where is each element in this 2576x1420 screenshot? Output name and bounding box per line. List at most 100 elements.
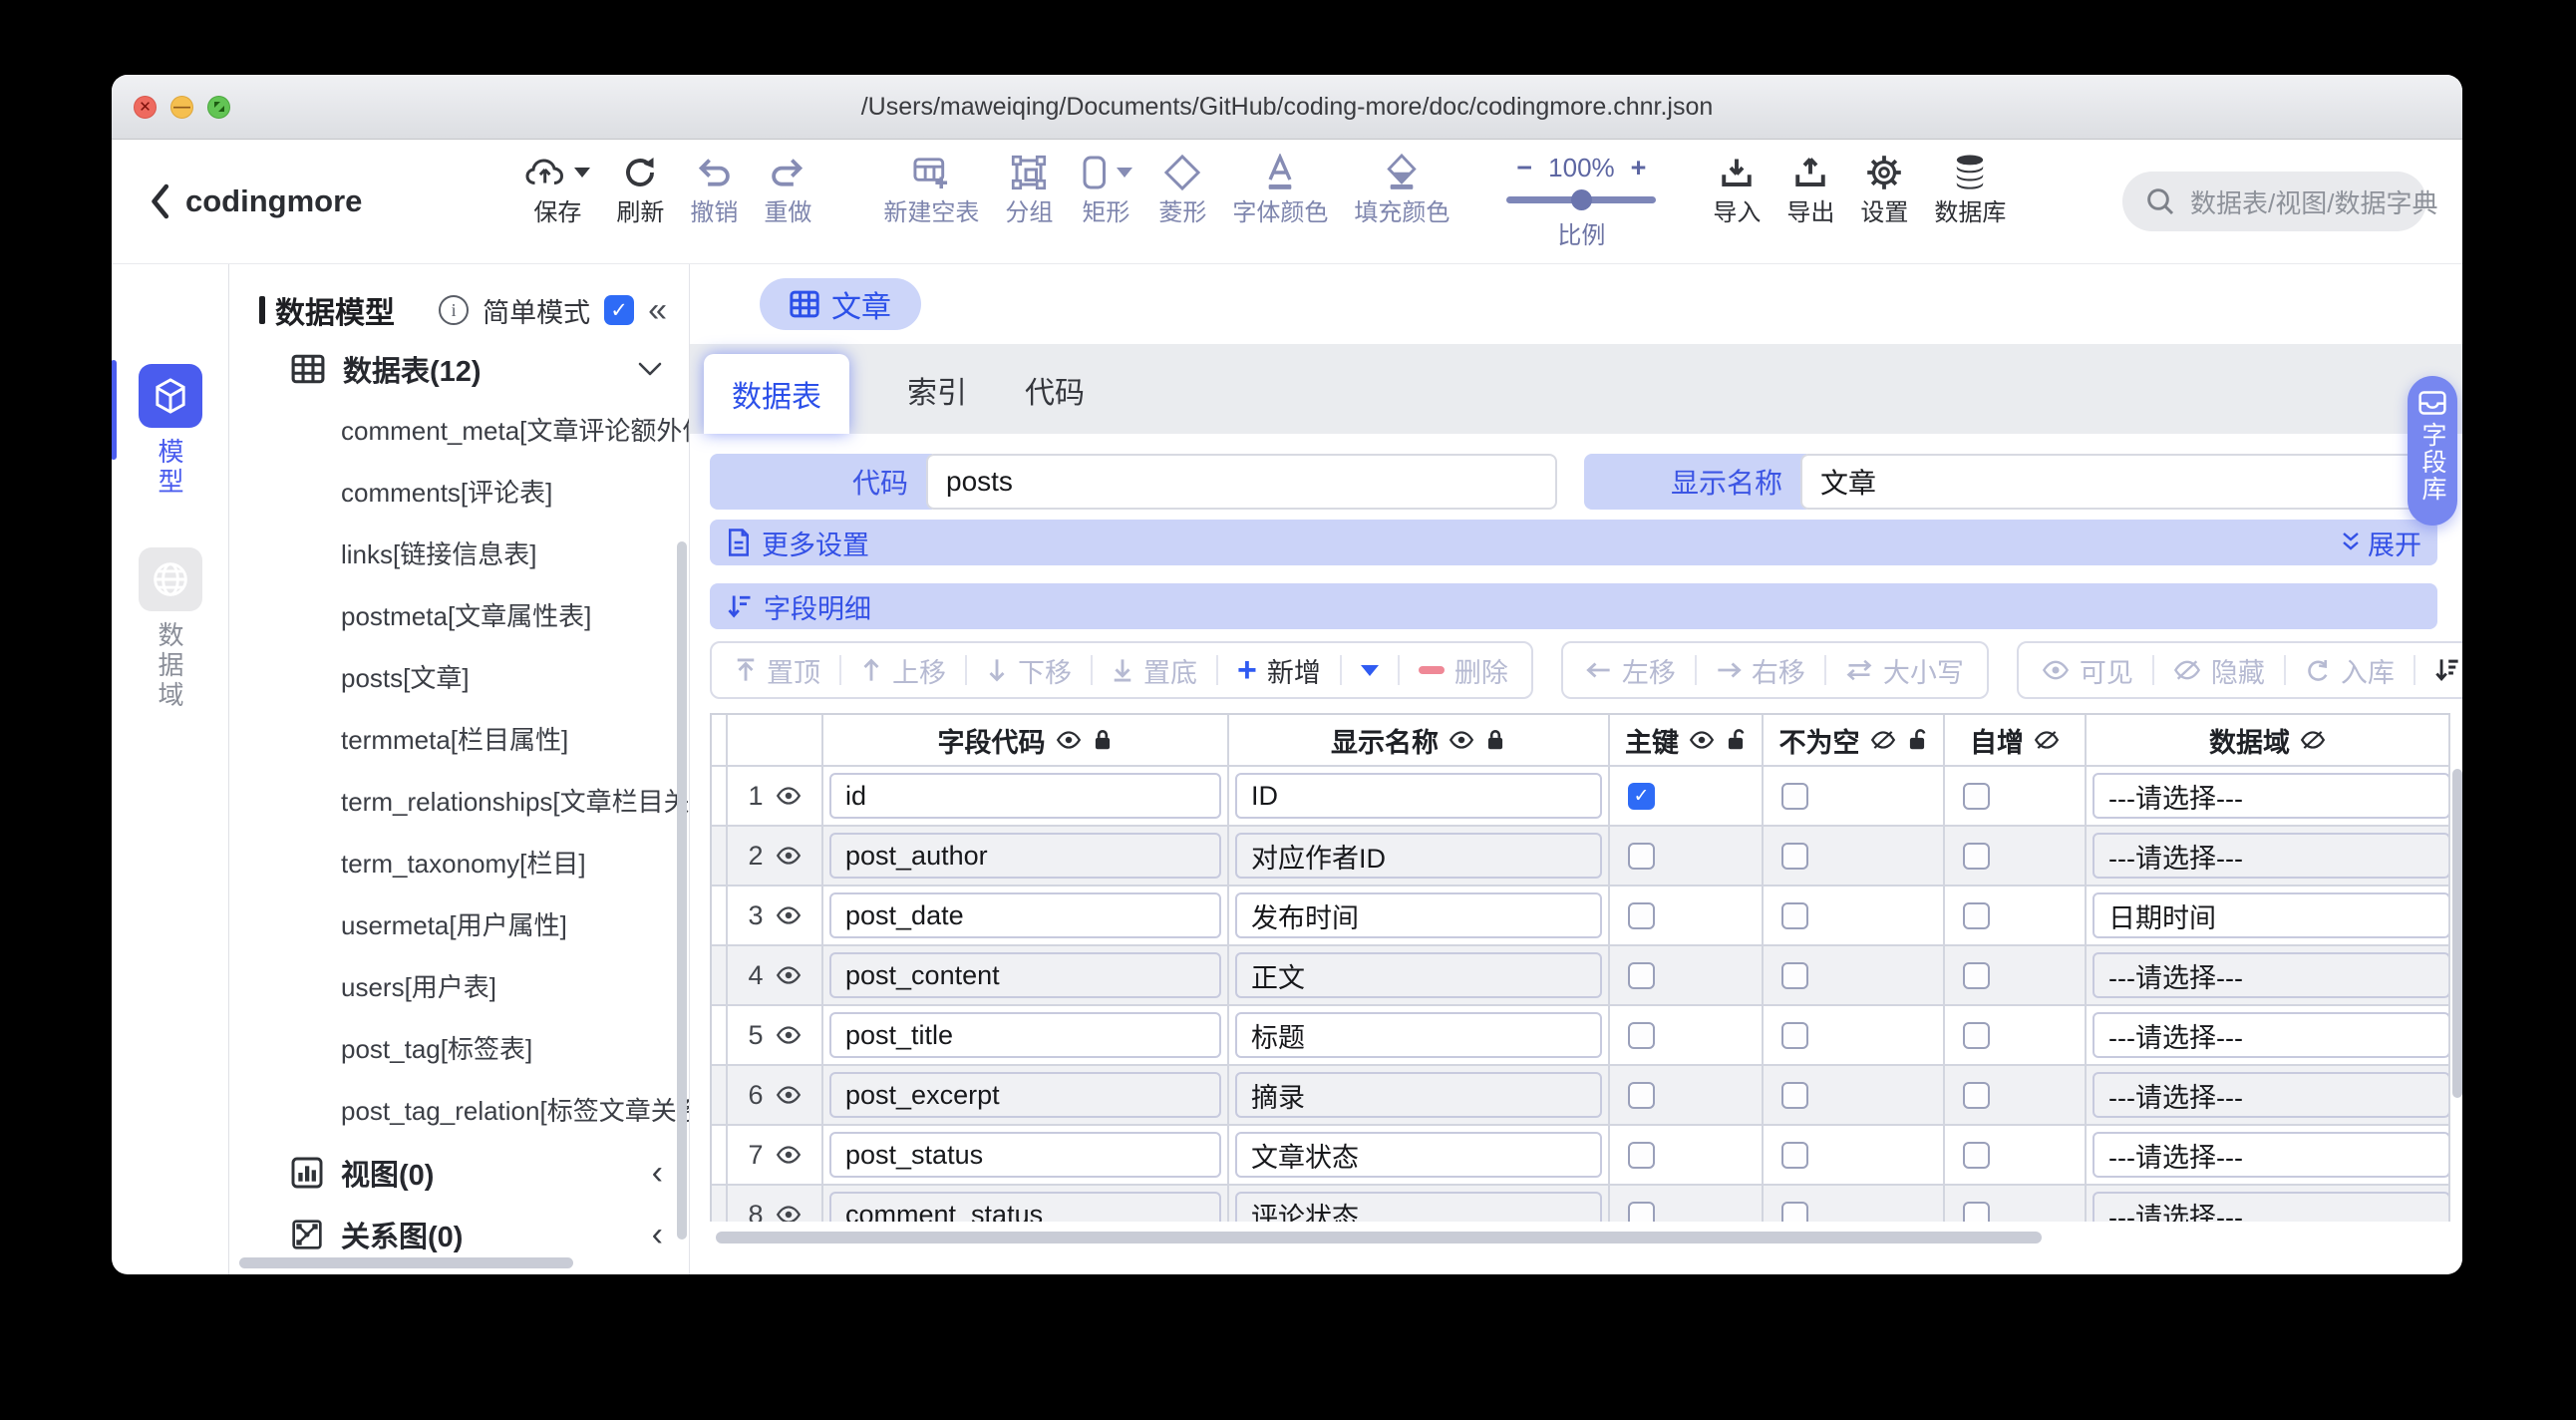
sidebar-table-item[interactable]: term_relationships[文章栏目关系表] — [229, 771, 689, 833]
not-null-checkbox[interactable] — [1781, 1201, 1808, 1222]
close-button[interactable]: ✕ — [134, 95, 157, 119]
not-null-checkbox[interactable] — [1781, 901, 1808, 929]
field-name-input[interactable]: 文章状态 — [1235, 1132, 1602, 1178]
table-vertical-scrollbar[interactable] — [2452, 769, 2462, 1098]
eye-icon[interactable] — [776, 1204, 802, 1222]
row-drag-handle[interactable] — [712, 827, 728, 887]
import-button[interactable]: 导入 — [1700, 153, 1773, 225]
tab-datatable[interactable]: 数据表 — [704, 354, 849, 434]
move-left-button[interactable]: 左移 — [1567, 651, 1695, 690]
eye-icon[interactable] — [776, 785, 802, 807]
save-button[interactable]: 保存 — [511, 153, 603, 225]
eye-icon[interactable] — [776, 845, 802, 867]
field-name-input[interactable]: 正文 — [1235, 952, 1602, 998]
eye-icon[interactable] — [1056, 729, 1082, 751]
undo-button[interactable]: 撤销 — [677, 153, 751, 225]
sidebar-table-item[interactable]: post_tag_relation[标签文章关系表] — [229, 1080, 689, 1142]
sidebar-table-item[interactable]: comments[评论表] — [229, 462, 689, 524]
primary-key-checkbox[interactable] — [1628, 1021, 1655, 1049]
sidebar-table-item[interactable]: posts[文章] — [229, 647, 689, 709]
domain-select[interactable]: ---请选择--- — [2093, 773, 2448, 819]
eye-icon[interactable] — [776, 1084, 802, 1106]
not-null-checkbox[interactable] — [1781, 842, 1808, 870]
refresh-button[interactable]: 刷新 — [603, 153, 677, 225]
chevron-down-icon[interactable] — [637, 360, 663, 378]
redo-button[interactable]: 重做 — [751, 153, 824, 225]
tab-code[interactable]: 代码 — [1025, 368, 1085, 412]
field-name-input[interactable]: 发布时间 — [1235, 892, 1602, 938]
eye-icon[interactable] — [776, 1024, 802, 1046]
lock-icon[interactable] — [1092, 728, 1114, 752]
rail-item-model[interactable]: 模型 — [112, 360, 202, 498]
move-down-button[interactable]: 下移 — [967, 651, 1091, 690]
row-drag-handle[interactable] — [712, 887, 728, 946]
sidebar-table-item[interactable]: comment_meta[文章评论额外信息表] — [229, 400, 689, 462]
zoom-slider-thumb[interactable] — [1571, 189, 1593, 210]
lock-icon[interactable] — [1484, 728, 1506, 752]
domain-select[interactable]: ---请选择--- — [2093, 833, 2448, 879]
sidebar-table-item[interactable]: post_tag[标签表] — [229, 1018, 689, 1080]
sidebar-table-item[interactable]: usermeta[用户属性] — [229, 894, 689, 956]
more-settings-bar[interactable]: 更多设置 展开 — [710, 520, 2437, 565]
field-code-input[interactable]: post_content — [829, 952, 1221, 998]
field-code-input[interactable]: post_excerpt — [829, 1072, 1221, 1118]
tab-index[interactable]: 索引 — [907, 368, 967, 412]
sidebar-table-item[interactable]: term_taxonomy[栏目] — [229, 833, 689, 894]
eye-off-icon[interactable] — [2034, 729, 2060, 751]
delete-field-button[interactable]: 删除 — [1400, 651, 1527, 690]
field-code-input[interactable]: post_date — [829, 892, 1221, 938]
add-field-caret-button[interactable] — [1342, 664, 1398, 676]
expand-button[interactable]: 展开 — [2340, 524, 2421, 562]
zoom-in-button[interactable]: + — [1631, 153, 1647, 183]
new-empty-table-button[interactable]: 新建空表 — [870, 153, 992, 225]
unlock-icon[interactable] — [1725, 728, 1747, 752]
auto-increment-checkbox[interactable] — [1963, 1201, 1990, 1222]
eye-icon[interactable] — [776, 1144, 802, 1166]
rectangle-caret-icon[interactable] — [1117, 168, 1133, 178]
row-drag-handle[interactable] — [712, 1186, 728, 1222]
move-right-button[interactable]: 右移 — [1697, 651, 1824, 690]
sidebar-horizontal-scrollbar[interactable] — [239, 1257, 573, 1268]
minimize-button[interactable]: ― — [170, 95, 193, 119]
document-tab[interactable]: 文章 — [760, 278, 921, 330]
sidebar-table-item[interactable]: users[用户表] — [229, 956, 689, 1018]
not-null-checkbox[interactable] — [1781, 1081, 1808, 1109]
name-field-input[interactable]: 文章 — [1800, 454, 2428, 510]
simple-mode-checkbox[interactable]: ✓ — [604, 295, 635, 325]
primary-key-checkbox[interactable] — [1628, 1141, 1655, 1169]
domain-select[interactable]: 日期时间 — [2093, 892, 2448, 938]
field-name-input[interactable]: 标题 — [1235, 1012, 1602, 1058]
font-color-button[interactable]: 字体颜色 — [1219, 153, 1341, 225]
info-icon[interactable]: i — [439, 295, 470, 325]
eye-icon[interactable] — [776, 964, 802, 986]
row-drag-handle[interactable] — [712, 946, 728, 1006]
reset-button[interactable]: 重置 — [2415, 651, 2462, 690]
row-drag-handle[interactable] — [712, 1066, 728, 1126]
domain-select[interactable]: ---请选择--- — [2093, 1012, 2448, 1058]
sidebar-vertical-scrollbar[interactable] — [677, 541, 687, 1240]
field-name-input[interactable]: 评论状态 — [1235, 1192, 1602, 1222]
relations-section-row[interactable]: 关系图(0) ‹ — [229, 1204, 689, 1265]
auto-increment-checkbox[interactable] — [1963, 1141, 1990, 1169]
chevron-left-icon[interactable]: ‹ — [652, 1156, 663, 1190]
pin-bottom-button[interactable]: 置底 — [1093, 651, 1216, 690]
case-toggle-button[interactable]: 大小写 — [1826, 651, 1983, 690]
move-up-button[interactable]: 上移 — [841, 651, 965, 690]
group-button[interactable]: 分组 — [992, 153, 1066, 225]
search-input[interactable]: 数据表/视图/数据字典 — [2122, 172, 2437, 231]
unlock-icon[interactable] — [1906, 728, 1928, 752]
zoom-slider[interactable] — [1506, 189, 1657, 210]
save-caret-icon[interactable] — [574, 168, 591, 178]
store-button[interactable]: 入库 — [2286, 651, 2414, 690]
auto-increment-checkbox[interactable] — [1963, 1021, 1990, 1049]
row-drag-handle[interactable] — [712, 1006, 728, 1066]
field-code-input[interactable]: post_status — [829, 1132, 1221, 1178]
visible-button[interactable]: 可见 — [2023, 651, 2152, 690]
auto-increment-checkbox[interactable] — [1963, 1081, 1990, 1109]
chevron-left-icon[interactable]: ‹ — [652, 1218, 663, 1251]
views-section-row[interactable]: 视图(0) ‹ — [229, 1142, 689, 1204]
zoom-out-button[interactable]: − — [1516, 153, 1532, 183]
primary-key-checkbox[interactable] — [1628, 1201, 1655, 1222]
auto-increment-checkbox[interactable] — [1963, 782, 1990, 810]
auto-increment-checkbox[interactable] — [1963, 842, 1990, 870]
